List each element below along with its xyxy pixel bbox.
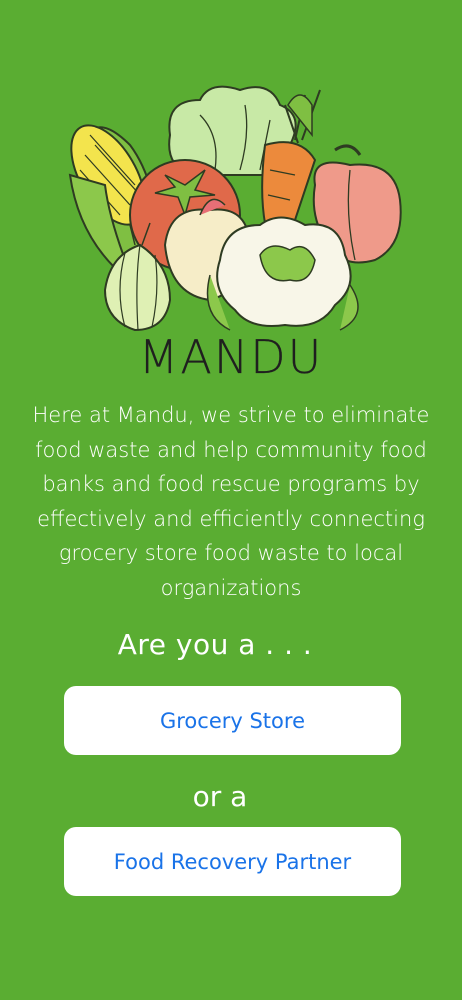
brand-name: MANDU — [138, 330, 324, 384]
mission-statement: Here at Mandu, we strive to eliminate fo… — [32, 403, 430, 600]
or-separator: or a — [192, 780, 248, 813]
food-recovery-partner-button[interactable]: Food Recovery Partner — [64, 827, 401, 896]
grocery-store-button[interactable]: Grocery Store — [64, 686, 401, 755]
welcome-screen: MANDU Here at Mandu, we strive to elimin… — [0, 0, 462, 1000]
role-prompt: Are you a . . . — [117, 628, 313, 661]
vegetables-illustration-icon — [68, 85, 402, 332]
grocery-store-label: Grocery Store — [159, 708, 305, 733]
food-recovery-partner-label: Food Recovery Partner — [113, 849, 352, 874]
